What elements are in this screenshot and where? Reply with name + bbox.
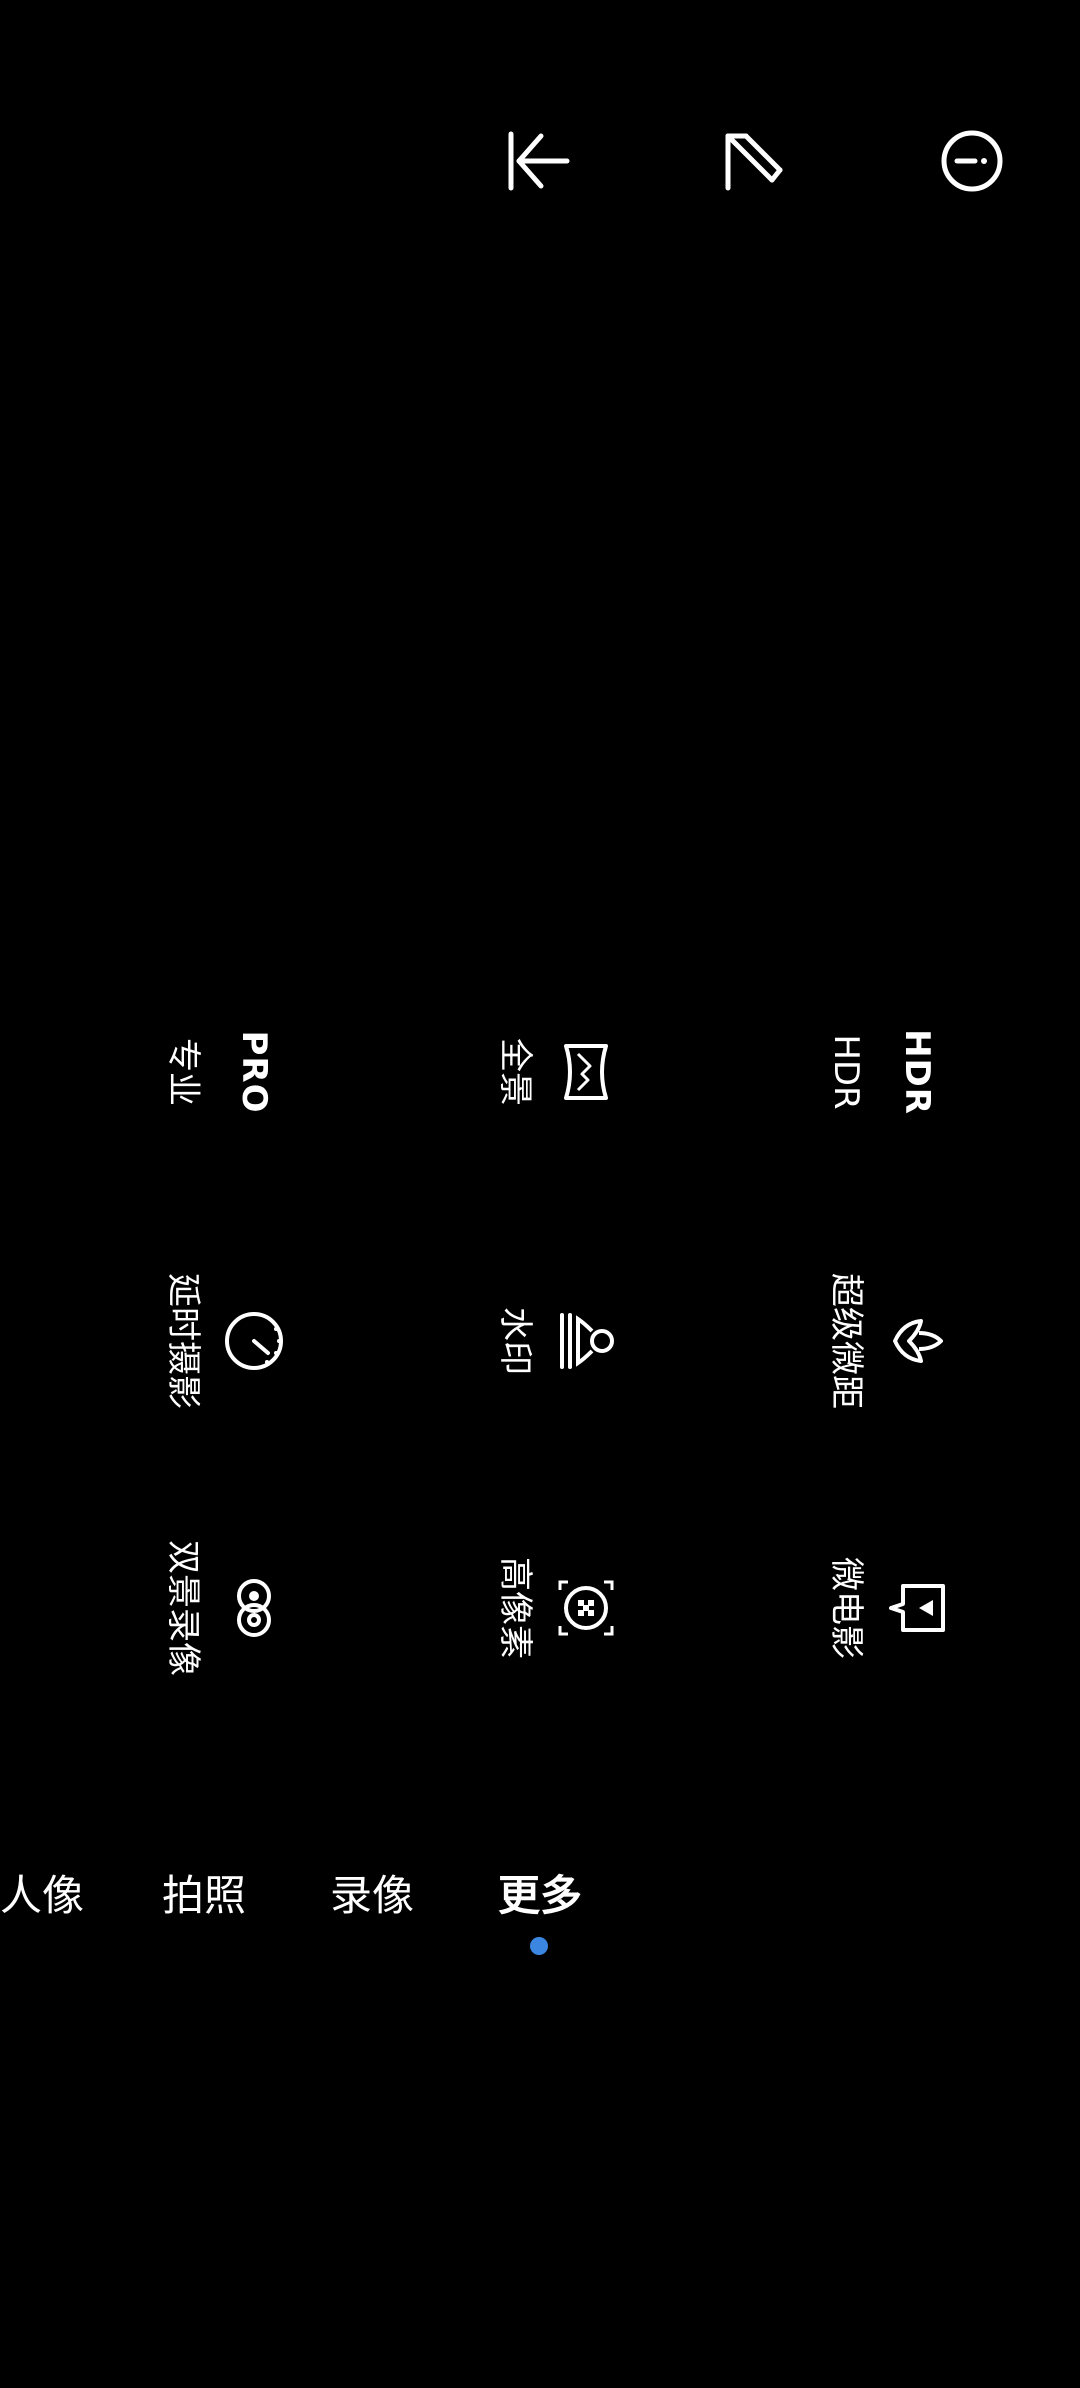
tab-video[interactable]: 录像 — [330, 1868, 414, 1924]
mode-timelapse[interactable]: 延时摄影 — [114, 1251, 334, 1431]
mode-label: 延时摄影 — [163, 1273, 203, 1409]
more-icon[interactable] — [937, 126, 1007, 196]
mode-pro[interactable]: PRO 专业 — [114, 982, 334, 1162]
panorama-icon — [554, 1040, 618, 1104]
watermark-icon — [554, 1309, 618, 1373]
dual-view-icon — [222, 1576, 286, 1640]
pro-icon: PRO — [234, 1030, 274, 1114]
mode-label: 微电影 — [826, 1557, 866, 1659]
active-tab-indicator — [530, 1937, 548, 1955]
tab-more[interactable]: 更多 — [498, 1868, 582, 1924]
mode-micro-movie[interactable]: 微电影 — [777, 1518, 997, 1698]
tab-portrait[interactable]: 人像 — [0, 1868, 84, 1924]
mode-label: 超级微距 — [826, 1273, 866, 1409]
mode-label: 水印 — [495, 1307, 535, 1375]
mode-label: HDR — [826, 1034, 866, 1110]
mode-label: 高像素 — [495, 1557, 535, 1659]
hdr-icon: HDR — [897, 1029, 937, 1115]
high-res-icon — [554, 1576, 618, 1640]
tab-photo[interactable]: 拍照 — [162, 1868, 246, 1924]
mode-dual-view[interactable]: 双景录像 — [114, 1518, 334, 1698]
timelapse-icon — [222, 1309, 286, 1373]
mode-hdr[interactable]: HDR HDR — [777, 982, 997, 1162]
edit-icon[interactable] — [720, 126, 790, 196]
mode-label: 全景 — [495, 1038, 535, 1106]
mode-label: 双景录像 — [163, 1540, 203, 1676]
mode-label: 专业 — [163, 1038, 203, 1106]
mode-super-macro[interactable]: 超级微距 — [777, 1251, 997, 1431]
mode-watermark[interactable]: 水印 — [446, 1251, 666, 1431]
micro-movie-icon — [885, 1576, 949, 1640]
mode-high-res[interactable]: 高像素 — [446, 1518, 666, 1698]
collapse-left-icon[interactable] — [505, 126, 575, 196]
macro-flower-icon — [885, 1309, 949, 1373]
mode-panorama[interactable]: 全景 — [446, 982, 666, 1162]
